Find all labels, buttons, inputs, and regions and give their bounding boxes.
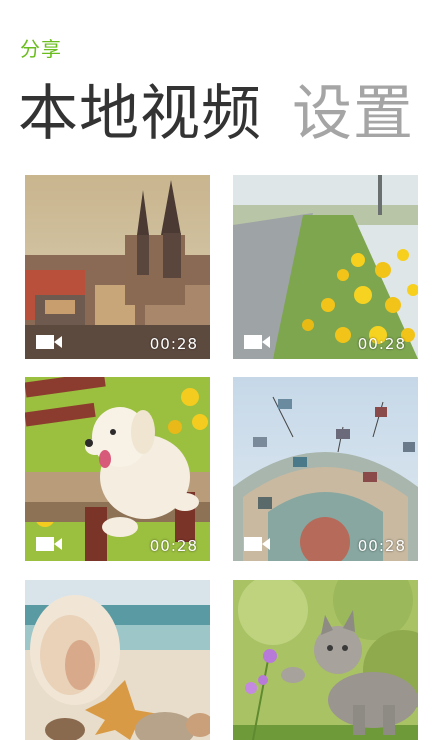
video-tile[interactable]: 00:28 bbox=[25, 175, 210, 359]
video-camera-icon bbox=[244, 537, 270, 551]
pivot-header: 本地视频 设置 bbox=[18, 76, 443, 152]
tab-settings[interactable]: 设置 bbox=[292, 76, 414, 152]
video-thumbnail bbox=[233, 175, 418, 359]
video-duration: 00:28 bbox=[357, 537, 406, 555]
video-tile[interactable]: 00:28 bbox=[233, 175, 418, 359]
tab-local-videos[interactable]: 本地视频 bbox=[18, 76, 262, 152]
video-duration: 00:28 bbox=[149, 537, 198, 555]
app-label: 分享 bbox=[20, 37, 62, 61]
video-tile[interactable] bbox=[25, 580, 210, 740]
video-tile[interactable]: 00:28 bbox=[233, 377, 418, 561]
video-duration: 00:28 bbox=[149, 335, 198, 353]
video-thumbnail bbox=[25, 377, 210, 561]
video-thumbnail bbox=[233, 580, 418, 740]
video-tile[interactable] bbox=[233, 580, 418, 740]
video-thumbnail bbox=[25, 175, 210, 359]
video-thumbnail bbox=[25, 580, 210, 740]
video-camera-icon bbox=[244, 335, 270, 349]
video-camera-icon bbox=[36, 335, 62, 349]
video-duration: 00:28 bbox=[357, 335, 406, 353]
video-tile[interactable]: 00:28 bbox=[25, 377, 210, 561]
video-thumbnail bbox=[233, 377, 418, 561]
video-camera-icon bbox=[36, 537, 62, 551]
